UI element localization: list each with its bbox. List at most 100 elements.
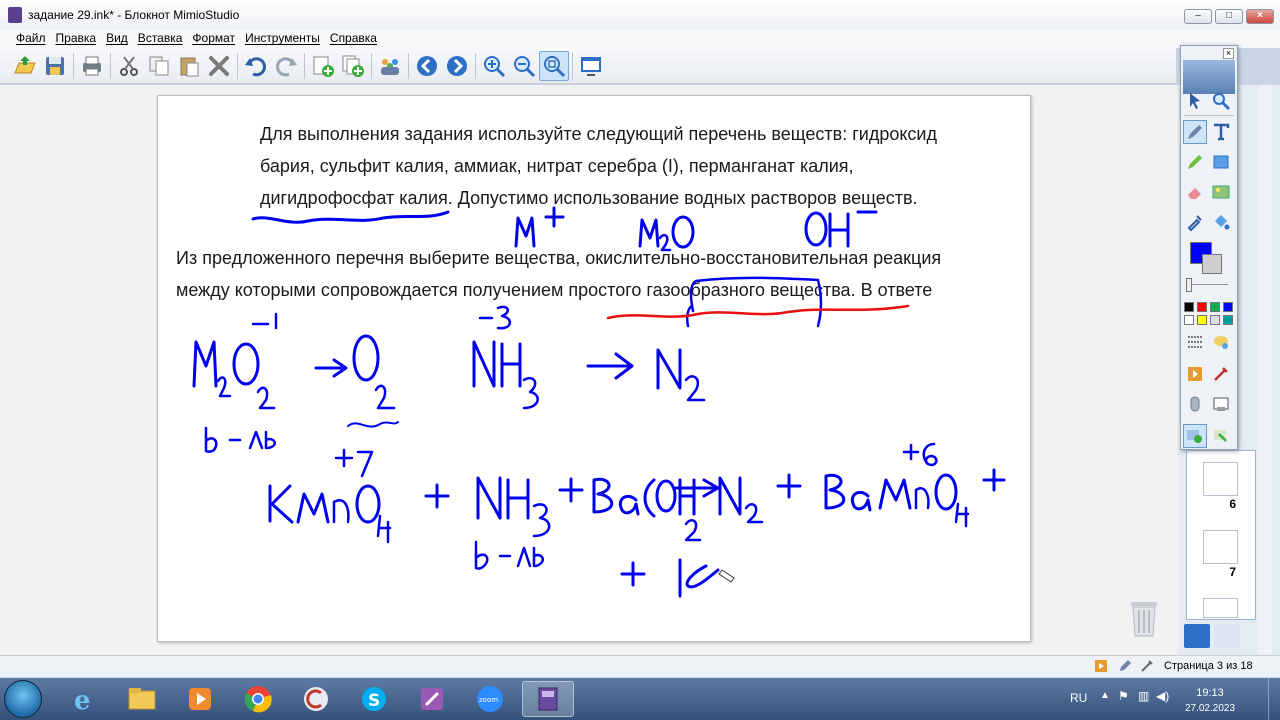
ccleaner-icon[interactable] — [290, 681, 342, 717]
color-black[interactable] — [1184, 302, 1194, 312]
open-icon[interactable] — [10, 51, 40, 81]
side-pane-scrollbar[interactable] — [1258, 85, 1272, 655]
language-indicator[interactable]: RU — [1070, 691, 1087, 705]
page-thumbnail[interactable] — [1203, 462, 1238, 496]
menu-insert[interactable]: Вставка — [136, 30, 191, 48]
thumbnail-view-button[interactable] — [1184, 624, 1210, 648]
network-icon[interactable]: ▥ — [1138, 689, 1149, 703]
menu-help[interactable]: Справка — [328, 30, 385, 48]
page-indicator: Страница 3 из 18 — [1164, 660, 1253, 672]
title-bar: задание 29.ink* - Блокнот MimioStudio – … — [0, 0, 1280, 30]
save-icon[interactable] — [40, 51, 70, 81]
desktop-mode-icon[interactable] — [1183, 424, 1207, 448]
color-green[interactable] — [1210, 302, 1220, 312]
pen-status-icon[interactable] — [1118, 659, 1132, 673]
highlighter-tool-icon[interactable] — [1183, 150, 1207, 174]
insert-ink-icon[interactable] — [1209, 424, 1233, 448]
toolbar — [0, 48, 1176, 84]
thumbnail-number: 6 — [1229, 497, 1236, 511]
tools-status-icon[interactable] — [1140, 659, 1154, 673]
fill-tool-icon[interactable] — [1209, 210, 1233, 234]
shape-tool-icon[interactable] — [1209, 150, 1233, 174]
menu-bar: Файл Правка Вид Вставка Формат Инструмен… — [0, 30, 1280, 48]
notebook-page[interactable]: Для выполнения задания используйте следу… — [157, 95, 1031, 642]
zoom-in-icon[interactable] — [479, 51, 509, 81]
pen-tool-icon[interactable] — [1183, 120, 1207, 144]
forward-icon[interactable] — [442, 51, 472, 81]
zoom-out-icon[interactable] — [509, 51, 539, 81]
comment-tool-icon[interactable] — [1209, 330, 1233, 354]
back-icon[interactable] — [412, 51, 442, 81]
handwriting-ink — [192, 206, 1006, 598]
select-arrow-icon[interactable] — [1183, 89, 1207, 113]
tools-settings-icon[interactable] — [1209, 362, 1233, 386]
screen-capture-icon[interactable] — [1209, 392, 1233, 416]
media-player-icon[interactable] — [174, 681, 226, 717]
maximize-button[interactable]: □ — [1215, 9, 1243, 24]
mimio-notebook-icon[interactable] — [522, 681, 574, 717]
color-blue[interactable] — [1223, 302, 1233, 312]
eraser-tool-icon[interactable] — [1183, 180, 1207, 204]
color-red[interactable] — [1197, 302, 1207, 312]
paste-icon[interactable] — [174, 51, 204, 81]
print-icon[interactable] — [77, 51, 107, 81]
screen-icon[interactable] — [576, 51, 606, 81]
cut-icon[interactable] — [114, 51, 144, 81]
onenote-icon[interactable] — [406, 681, 458, 717]
gallery-view-button[interactable] — [1214, 624, 1240, 648]
color-yellow[interactable] — [1197, 315, 1207, 325]
menu-file[interactable]: Файл — [14, 30, 54, 48]
dropper-tool-icon[interactable] — [1183, 210, 1207, 234]
clock-date[interactable]: 27.02.2023 — [1175, 703, 1245, 714]
delete-icon[interactable] — [204, 51, 234, 81]
status-bar: Страница 3 из 18 — [0, 655, 1280, 677]
chrome-icon[interactable] — [232, 681, 284, 717]
copy-icon[interactable] — [144, 51, 174, 81]
menu-format[interactable]: Формат — [190, 30, 243, 48]
clock-time[interactable]: 19:13 — [1180, 687, 1240, 699]
page-thumbnail[interactable] — [1203, 598, 1238, 618]
image-tool-icon[interactable] — [1209, 180, 1233, 204]
minimize-button[interactable]: – — [1184, 9, 1212, 24]
line-style-icon[interactable] — [1183, 330, 1207, 354]
duplicate-page-icon[interactable] — [338, 51, 368, 81]
svg-text:zoom: zoom — [479, 696, 498, 704]
window-title: задание 29.ink* - Блокнот MimioStudio — [28, 8, 240, 22]
color-white[interactable] — [1184, 315, 1194, 325]
internet-explorer-icon[interactable]: e — [58, 681, 110, 717]
app-icon — [8, 7, 22, 23]
presentation-icon[interactable] — [1094, 659, 1108, 673]
new-page-icon[interactable] — [308, 51, 338, 81]
taskbar: e S zoom RU ▲ ⚑ ▥ ◀) 19:13 27.02.2023 — [0, 678, 1280, 720]
system-tray: RU ▲ ⚑ ▥ ◀) 19:13 27.02.2023 — [1060, 678, 1280, 720]
menu-view[interactable]: Вид — [104, 30, 136, 48]
mouse-mode-icon[interactable] — [1183, 392, 1207, 416]
text-tool-icon[interactable] — [1209, 120, 1233, 144]
close-button[interactable]: × — [1246, 9, 1274, 24]
skype-icon[interactable]: S — [348, 681, 400, 717]
thickness-slider[interactable] — [1186, 278, 1192, 292]
presentation-tool-icon[interactable] — [1183, 362, 1207, 386]
menu-tools[interactable]: Инструменты — [243, 30, 328, 48]
menu-edit[interactable]: Правка — [54, 30, 105, 48]
undo-icon[interactable] — [241, 51, 271, 81]
svg-text:S: S — [368, 691, 380, 711]
redo-icon[interactable] — [271, 51, 301, 81]
start-button[interactable] — [4, 680, 42, 718]
zoom-tool-icon[interactable] — [1209, 89, 1233, 113]
palette-close-button[interactable]: × — [1223, 48, 1234, 59]
users-icon[interactable] — [375, 51, 405, 81]
volume-icon[interactable]: ◀) — [1156, 689, 1169, 703]
file-explorer-icon[interactable] — [116, 681, 168, 717]
page-thumbnail[interactable] — [1203, 530, 1238, 564]
secondary-color-swatch[interactable] — [1202, 254, 1222, 274]
thumbnail-number: 7 — [1229, 565, 1236, 579]
tray-expand-icon[interactable]: ▲ — [1100, 690, 1110, 701]
zoom-fit-icon[interactable] — [539, 50, 569, 81]
color-teal[interactable] — [1223, 315, 1233, 325]
trash-icon[interactable] — [1128, 598, 1160, 638]
color-none[interactable] — [1210, 315, 1220, 325]
show-desktop-button[interactable] — [1268, 678, 1280, 720]
action-center-flag-icon[interactable]: ⚑ — [1118, 689, 1129, 703]
zoom-icon[interactable]: zoom — [464, 681, 516, 717]
